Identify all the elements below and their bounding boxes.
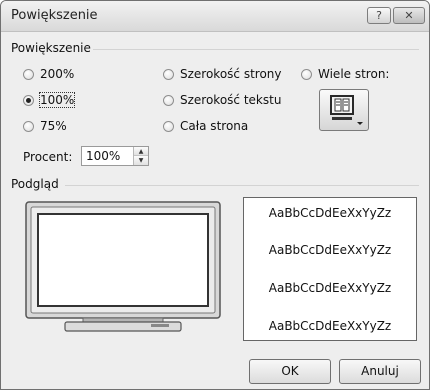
radio-100-label: 100% bbox=[38, 92, 76, 108]
monitor-preview-icon bbox=[25, 201, 221, 332]
window-title: Powiększenie bbox=[11, 8, 98, 23]
radio-whole-page[interactable]: Cała strona bbox=[163, 119, 248, 133]
spinner-buttons: ▲ ▼ bbox=[133, 147, 148, 165]
title-bar: Powiększenie ? ✕ bbox=[1, 1, 429, 32]
spin-up-arrow-icon[interactable]: ▲ bbox=[134, 147, 148, 156]
monitor-pages-icon bbox=[330, 95, 363, 125]
preview-sample-line-3: AaBbCcDdEeXxYyZz bbox=[268, 281, 392, 295]
help-button[interactable]: ? bbox=[367, 7, 391, 24]
preview-sample-line-1: AaBbCcDdEeXxYyZz bbox=[268, 206, 392, 220]
preview-sample-line-4: AaBbCcDdEeXxYyZz bbox=[268, 319, 392, 333]
radio-many-pages-label: Wiele stron: bbox=[318, 67, 390, 81]
preview-group-label: Podgląd bbox=[11, 177, 59, 191]
ok-button[interactable]: OK bbox=[249, 359, 331, 384]
zoom-group-separator bbox=[93, 49, 419, 50]
radio-text-width-circle[interactable] bbox=[163, 94, 174, 106]
radio-text-width-label: Szerokość tekstu bbox=[180, 93, 282, 107]
radio-many-pages[interactable]: Wiele stron: bbox=[301, 67, 389, 81]
radio-200-label: 200% bbox=[40, 67, 75, 81]
radio-75-circle[interactable] bbox=[23, 120, 34, 132]
percent-input[interactable]: 100% bbox=[86, 149, 120, 163]
radio-75-label: 75% bbox=[40, 119, 67, 133]
radio-page-width-circle[interactable] bbox=[163, 68, 174, 80]
radio-200-circle[interactable] bbox=[23, 68, 34, 80]
radio-many-pages-circle[interactable] bbox=[301, 68, 312, 80]
percent-spinner[interactable]: 100% ▲ ▼ bbox=[81, 146, 149, 166]
radio-page-width[interactable]: Szerokość strony bbox=[163, 67, 282, 81]
radio-75[interactable]: 75% bbox=[23, 119, 67, 133]
radio-page-width-label: Szerokość strony bbox=[180, 67, 282, 81]
radio-whole-page-label: Cała strona bbox=[180, 119, 249, 133]
preview-text-box: AaBbCcDdEeXxYyZz AaBbCcDdEeXxYyZz AaBbCc… bbox=[243, 197, 417, 341]
percent-label: Procent: bbox=[23, 150, 73, 164]
close-button[interactable]: ✕ bbox=[393, 7, 425, 24]
preview-group-separator bbox=[65, 185, 419, 186]
many-pages-picker-button[interactable] bbox=[319, 89, 369, 131]
preview-sample-line-2: AaBbCcDdEeXxYyZz bbox=[268, 243, 392, 257]
radio-200[interactable]: 200% bbox=[23, 67, 74, 81]
zoom-group-label: Powiększenie bbox=[11, 41, 91, 55]
radio-100-circle[interactable] bbox=[23, 94, 34, 106]
zoom-dialog: Powiększenie ? ✕ Powiększenie 200% 100% … bbox=[0, 0, 430, 390]
radio-text-width[interactable]: Szerokość tekstu bbox=[163, 93, 281, 107]
cancel-button[interactable]: Anuluj bbox=[339, 359, 421, 384]
radio-whole-page-circle[interactable] bbox=[163, 120, 174, 132]
radio-100[interactable]: 100% bbox=[23, 92, 76, 108]
spin-down-arrow-icon[interactable]: ▼ bbox=[134, 156, 148, 165]
